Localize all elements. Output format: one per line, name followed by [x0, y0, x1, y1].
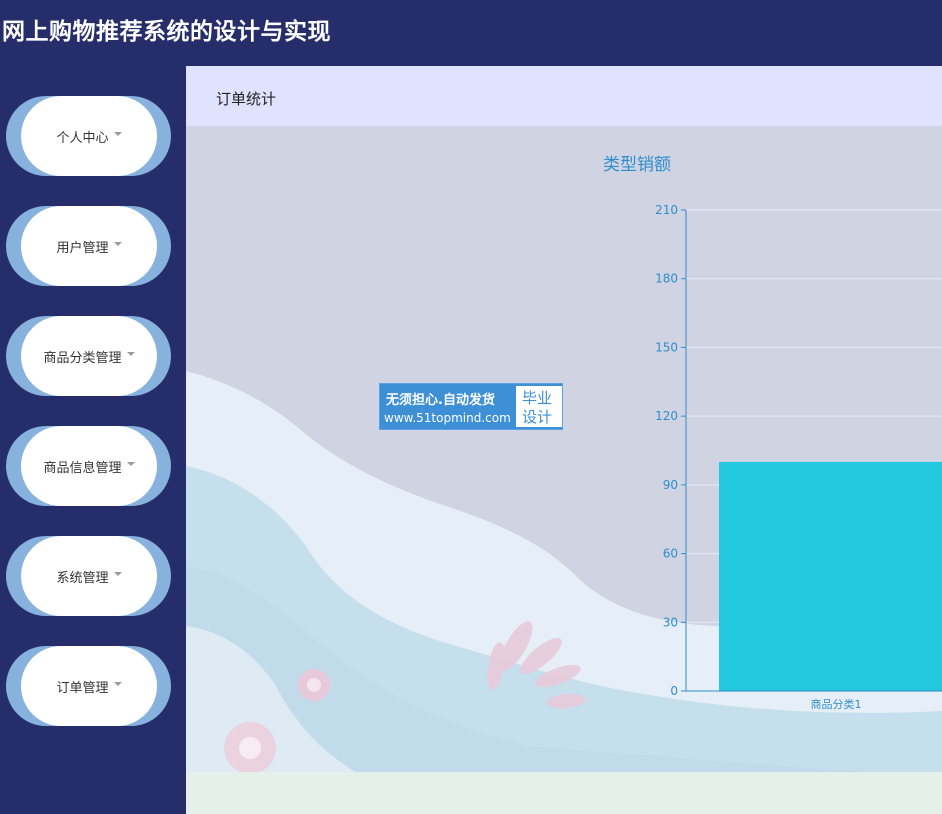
y-tick-label: 120	[655, 409, 678, 423]
sidebar-item-label: 商品分类管理	[43, 350, 122, 366]
y-tick-label: 90	[663, 478, 678, 492]
menu-item-pill[interactable]: 系统管理	[21, 536, 157, 616]
sidebar-item-label: 用户管理	[56, 240, 109, 256]
caret-down-icon	[126, 462, 135, 466]
sidebar-item-user-management[interactable]: 用户管理	[6, 206, 171, 286]
main-content: 订单统计 无须担心.自动发货 www.51topmind.com 毕业 设计 类…	[186, 66, 942, 814]
menu-item-pill[interactable]: 商品分类管理	[21, 316, 157, 396]
bar[interactable]	[719, 461, 942, 691]
sidebar-item-order-management[interactable]: 订单管理	[6, 646, 171, 726]
y-tick-label: 0	[670, 684, 678, 698]
sidebar-item-label: 商品信息管理	[43, 460, 122, 476]
y-tick-label: 60	[663, 547, 678, 561]
top-header: 网上购物推荐系统的设计与实现	[0, 0, 942, 66]
bar-chart: 类型销额 0 30 60 90 120 150 180 210 商品分类1	[603, 155, 942, 711]
sidebar-item-personal-center[interactable]: 个人中心	[6, 96, 171, 176]
menu-item-pill[interactable]: 订单管理	[21, 646, 157, 726]
caret-down-icon	[113, 682, 122, 686]
y-tick-label: 210	[655, 203, 678, 217]
breadcrumb: 订单统计	[186, 66, 942, 126]
y-tick-label: 150	[655, 340, 678, 354]
menu-item-pill[interactable]: 商品信息管理	[21, 426, 157, 506]
caret-down-icon	[113, 132, 122, 136]
caret-down-icon	[113, 572, 122, 576]
breadcrumb-current: 订单统计	[216, 90, 277, 108]
app-title: 网上购物推荐系统的设计与实现	[2, 19, 331, 45]
y-tick-label: 180	[655, 272, 678, 286]
sidebar: 个人中心 用户管理 商品分类管理 商品信息管理 系统管理 订单管理	[0, 66, 186, 814]
sidebar-item-label: 个人中心	[56, 130, 109, 146]
sidebar-item-system-management[interactable]: 系统管理	[6, 536, 171, 616]
sidebar-item-product-management[interactable]: 商品信息管理	[6, 426, 171, 506]
chart-bars	[719, 461, 942, 691]
sidebar-item-label: 系统管理	[56, 570, 109, 586]
y-tick-label: 30	[663, 615, 678, 629]
caret-down-icon	[113, 242, 122, 246]
chart-title: 类型销额	[603, 155, 671, 175]
x-tick-label: 商品分类1	[811, 697, 862, 711]
sidebar-item-category-management[interactable]: 商品分类管理	[6, 316, 171, 396]
sidebar-item-label: 订单管理	[56, 680, 109, 696]
chart-panel: 无须担心.自动发货 www.51topmind.com 毕业 设计 类型销额 0…	[186, 126, 942, 778]
caret-down-icon	[126, 352, 135, 356]
menu-item-pill[interactable]: 个人中心	[21, 96, 157, 176]
menu-item-pill[interactable]: 用户管理	[21, 206, 157, 286]
